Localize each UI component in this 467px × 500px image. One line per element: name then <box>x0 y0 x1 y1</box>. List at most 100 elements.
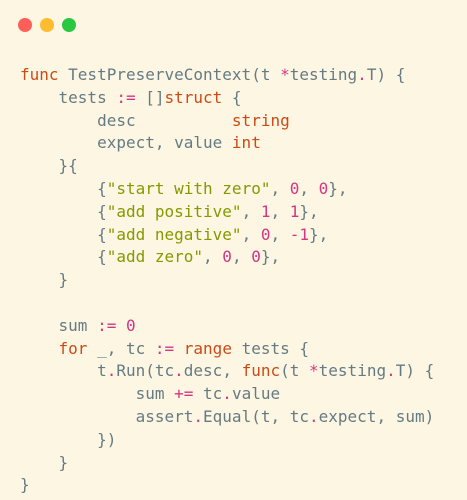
code-token: Run(tc <box>116 361 175 381</box>
code-token: "add positive" <box>106 201 242 221</box>
code-line: }{ <box>20 155 467 178</box>
code-token: tests <box>20 87 117 107</box>
code-token: , <box>299 178 319 198</box>
code-line: }) <box>20 429 467 452</box>
code-token: desc, <box>183 361 242 381</box>
code-line: sum := 0 <box>20 315 467 338</box>
code-token: . <box>357 65 367 84</box>
code-token: T) { <box>366 65 406 84</box>
code-token: testing <box>289 65 358 84</box>
code-token: 1 <box>289 201 300 221</box>
code-block: func TestPreserveContext(t *testing.T) {… <box>20 64 467 497</box>
code-line: {"add negative", 0, -1}, <box>20 224 467 247</box>
code-token: t <box>20 361 107 381</box>
code-token: value <box>231 384 281 404</box>
code-token: 0 <box>289 178 300 198</box>
code-token: { <box>20 178 107 198</box>
code-line: desc string <box>20 110 467 133</box>
code-token: , <box>241 201 261 221</box>
code-token: for <box>58 338 88 358</box>
code-token: , <box>203 247 223 267</box>
code-token: "add zero" <box>106 247 204 267</box>
code-token: sum <box>20 315 98 335</box>
code-token: } <box>20 270 69 290</box>
code-token: }{ <box>20 156 78 176</box>
code-token: int <box>231 133 261 153</box>
code-line: sum += tc.value <box>20 383 467 406</box>
code-token: tests { <box>231 338 310 358</box>
code-token: } <box>20 452 69 472</box>
code-token: }, <box>299 201 319 221</box>
code-token: , <box>270 178 290 198</box>
code-token: 0 <box>222 247 232 267</box>
code-token: }, <box>260 247 281 267</box>
code-token: 0 <box>318 178 329 198</box>
code-token: . <box>222 384 232 404</box>
code-token: expect, sum) <box>318 406 435 426</box>
code-token: . <box>193 406 204 426</box>
code-window: func TestPreserveContext(t *testing.T) {… <box>0 0 467 500</box>
code-line: {"add zero", 0, 0}, <box>20 246 467 269</box>
code-token: , <box>270 224 290 244</box>
code-line: t.Run(tc.desc, func(t *testing.T) { <box>20 360 467 383</box>
code-token: , <box>231 247 252 267</box>
code-line: } <box>20 474 467 497</box>
code-token: T) { <box>395 361 435 381</box>
minimize-button[interactable] <box>40 18 54 32</box>
code-line: tests := []struct { <box>20 87 467 110</box>
code-token: := <box>116 87 136 107</box>
code-token: assert <box>20 406 194 426</box>
code-token: string <box>231 110 290 130</box>
code-token: sum <box>20 384 175 404</box>
code-token: , <box>241 224 261 244</box>
code-line: } <box>20 452 467 475</box>
code-token: testing <box>318 361 387 381</box>
code-token: , <box>270 201 290 221</box>
code-token: [] <box>135 87 165 107</box>
code-token: { <box>20 201 107 221</box>
code-token: * <box>309 361 319 381</box>
code-token: Equal(t, tc <box>203 406 309 426</box>
code-token: }) <box>20 429 117 449</box>
code-token: "start with zero" <box>106 178 271 198</box>
code-line: assert.Equal(t, tc.expect, sum) <box>20 406 467 429</box>
code-token: { <box>20 247 107 267</box>
code-token: { <box>20 224 107 244</box>
code-line: {"add positive", 1, 1}, <box>20 201 467 224</box>
code-token: func <box>20 65 59 84</box>
code-token: }, <box>328 178 348 198</box>
close-button[interactable] <box>18 18 32 32</box>
code-token: desc <box>20 110 232 130</box>
code-token: . <box>106 361 117 381</box>
code-token: expect, value <box>20 133 232 153</box>
code-token: * <box>280 65 290 84</box>
code-token: range <box>183 338 232 358</box>
code-token: . <box>309 406 319 426</box>
code-line: {"start with zero", 0, 0}, <box>20 178 467 201</box>
code-line: } <box>20 269 467 292</box>
code-token: _, tc <box>87 338 155 358</box>
code-line: for _, tc := range tests { <box>20 338 467 361</box>
code-token: func <box>241 361 281 381</box>
code-token: struct <box>164 87 223 107</box>
code-token: tc <box>193 384 223 404</box>
code-token: += <box>174 384 194 404</box>
code-token: }, <box>309 224 329 244</box>
code-token: 0 <box>251 247 261 267</box>
code-token: := <box>154 338 175 358</box>
code-line: func TestPreserveContext(t *testing.T) { <box>20 64 467 87</box>
code-token: := <box>97 315 117 335</box>
code-token: -1 <box>289 224 309 244</box>
code-token: . <box>174 361 184 381</box>
code-token: TestPreserveContext(t <box>58 65 281 84</box>
code-token: "add negative" <box>106 224 242 244</box>
code-token: (t <box>280 361 310 381</box>
maximize-button[interactable] <box>62 18 76 32</box>
code-token: { <box>222 87 242 107</box>
code-token: } <box>20 475 30 495</box>
code-line: expect, value int <box>20 132 467 155</box>
